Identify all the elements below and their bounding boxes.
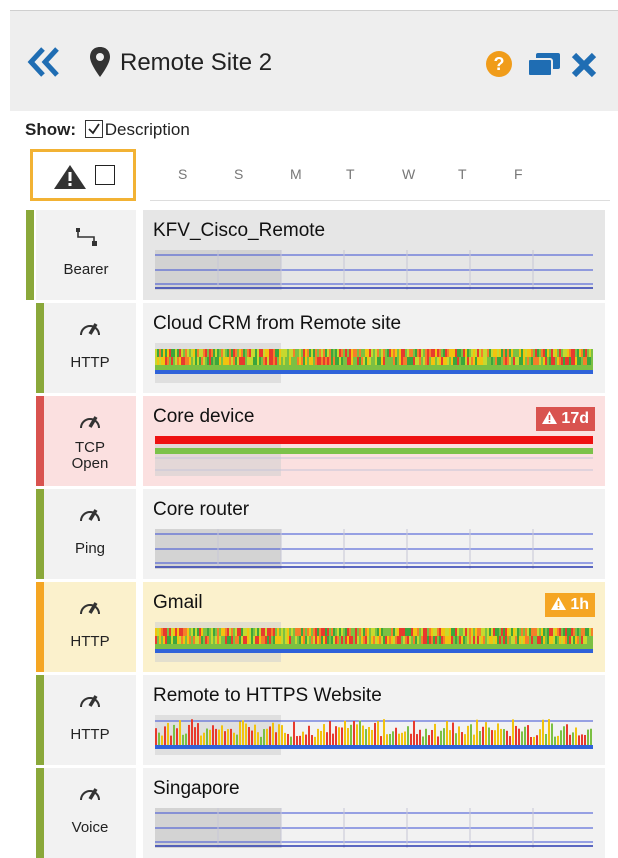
activity-graph[interactable] <box>155 715 593 755</box>
monitor-row[interactable]: Bearer KFV_Cisco_Remote <box>0 210 618 300</box>
alert-duration-badge[interactable]: 1h <box>545 593 595 617</box>
svg-text:?: ? <box>494 54 505 74</box>
monitor-type: TCP Open <box>44 396 136 486</box>
status-indicator <box>36 582 44 672</box>
day-label: S <box>234 166 244 182</box>
map-pin-icon <box>90 47 110 77</box>
day-label: S <box>178 166 188 182</box>
monitor-row[interactable]: HTTP Cloud CRM from Remote site <box>0 303 618 393</box>
monitor-name[interactable]: KFV_Cisco_Remote <box>153 220 325 242</box>
warning-icon <box>542 411 558 424</box>
panel-title: Remote Site 2 <box>120 49 273 76</box>
gauge-icon <box>80 416 100 429</box>
close-icon[interactable] <box>570 51 598 79</box>
monitor-type-label: HTTP <box>70 633 110 650</box>
day-label: M <box>290 166 302 182</box>
alert-duration-text: 1h <box>570 596 589 613</box>
monitor-row[interactable]: Voice Singapore <box>0 768 618 858</box>
monitor-type-label: Bearer <box>63 261 109 278</box>
monitor-type: Ping <box>44 489 136 579</box>
panel-header: Remote Site 2 ? <box>10 10 618 111</box>
monitor-row[interactable]: Ping Core router <box>0 489 618 579</box>
activity-graph[interactable] <box>155 529 593 569</box>
monitor-type-label: Voice <box>71 819 109 836</box>
alert-filter-toggle[interactable] <box>30 149 136 201</box>
day-label: T <box>458 166 467 182</box>
alert-duration-badge[interactable]: 17d <box>536 407 595 431</box>
alert-filter-checkbox[interactable] <box>95 165 115 185</box>
show-options: Show: Description <box>25 120 190 140</box>
windows-icon[interactable] <box>526 51 562 79</box>
status-indicator <box>36 489 44 579</box>
monitor-row[interactable]: TCP Open Core device 17d <box>0 396 618 486</box>
monitor-type-label: Ping <box>74 540 106 557</box>
gauge-icon <box>80 695 100 708</box>
description-checkbox[interactable] <box>84 120 103 138</box>
monitor-type-label: HTTP <box>70 354 110 371</box>
activity-graph[interactable] <box>155 343 593 383</box>
monitor-detail[interactable]: Singapore <box>143 768 605 858</box>
day-label: W <box>402 166 416 182</box>
description-label: Description <box>104 120 190 139</box>
alert-duration-text: 17d <box>561 410 589 427</box>
warning-icon <box>54 165 86 189</box>
status-indicator <box>36 768 44 858</box>
gauge-icon <box>80 509 100 522</box>
help-icon[interactable]: ? <box>485 50 513 78</box>
activity-graph[interactable] <box>155 622 593 662</box>
divider <box>150 200 610 201</box>
monitor-detail[interactable]: Core router <box>143 489 605 579</box>
show-label: Show: <box>25 120 76 139</box>
gauge-icon <box>80 602 100 615</box>
activity-graph[interactable] <box>155 808 593 848</box>
monitor-type: Bearer <box>36 210 136 300</box>
monitor-row[interactable]: HTTP Gmail 1h <box>0 582 618 672</box>
monitor-type: HTTP <box>44 303 136 393</box>
activity-graph[interactable] <box>155 250 593 290</box>
monitor-name[interactable]: Remote to HTTPS Website <box>153 685 382 707</box>
double-chevron-left-icon[interactable] <box>26 45 60 79</box>
monitor-name[interactable]: Core device <box>153 406 254 428</box>
monitor-type-label: TCP <box>75 439 105 456</box>
day-label: T <box>346 166 355 182</box>
monitor-name[interactable]: Gmail <box>153 592 203 614</box>
day-label: F <box>514 166 523 182</box>
gauge-icon <box>80 323 100 336</box>
monitor-type: HTTP <box>44 582 136 672</box>
monitor-detail[interactable]: Remote to HTTPS Website <box>143 675 605 765</box>
monitor-type: Voice <box>44 768 136 858</box>
monitor-type-label: HTTP <box>70 726 110 743</box>
status-indicator <box>36 675 44 765</box>
monitor-type-label: Open <box>71 455 109 472</box>
monitor-type: HTTP <box>44 675 136 765</box>
status-indicator <box>26 210 34 300</box>
monitor-detail[interactable]: Core device 17d <box>143 396 605 486</box>
monitor-name[interactable]: Cloud CRM from Remote site <box>153 313 401 335</box>
gauge-icon <box>80 788 100 801</box>
monitor-detail[interactable]: Gmail 1h <box>143 582 605 672</box>
monitor-detail[interactable]: KFV_Cisco_Remote <box>143 210 605 300</box>
activity-graph[interactable] <box>155 436 593 476</box>
status-indicator <box>36 396 44 486</box>
status-indicator <box>36 303 44 393</box>
monitor-name[interactable]: Singapore <box>153 778 240 800</box>
monitor-name[interactable]: Core router <box>153 499 249 521</box>
monitor-detail[interactable]: Cloud CRM from Remote site <box>143 303 605 393</box>
monitor-row[interactable]: HTTP Remote to HTTPS Website <box>0 675 618 765</box>
bearer-icon <box>76 228 97 246</box>
warning-icon <box>551 597 567 610</box>
